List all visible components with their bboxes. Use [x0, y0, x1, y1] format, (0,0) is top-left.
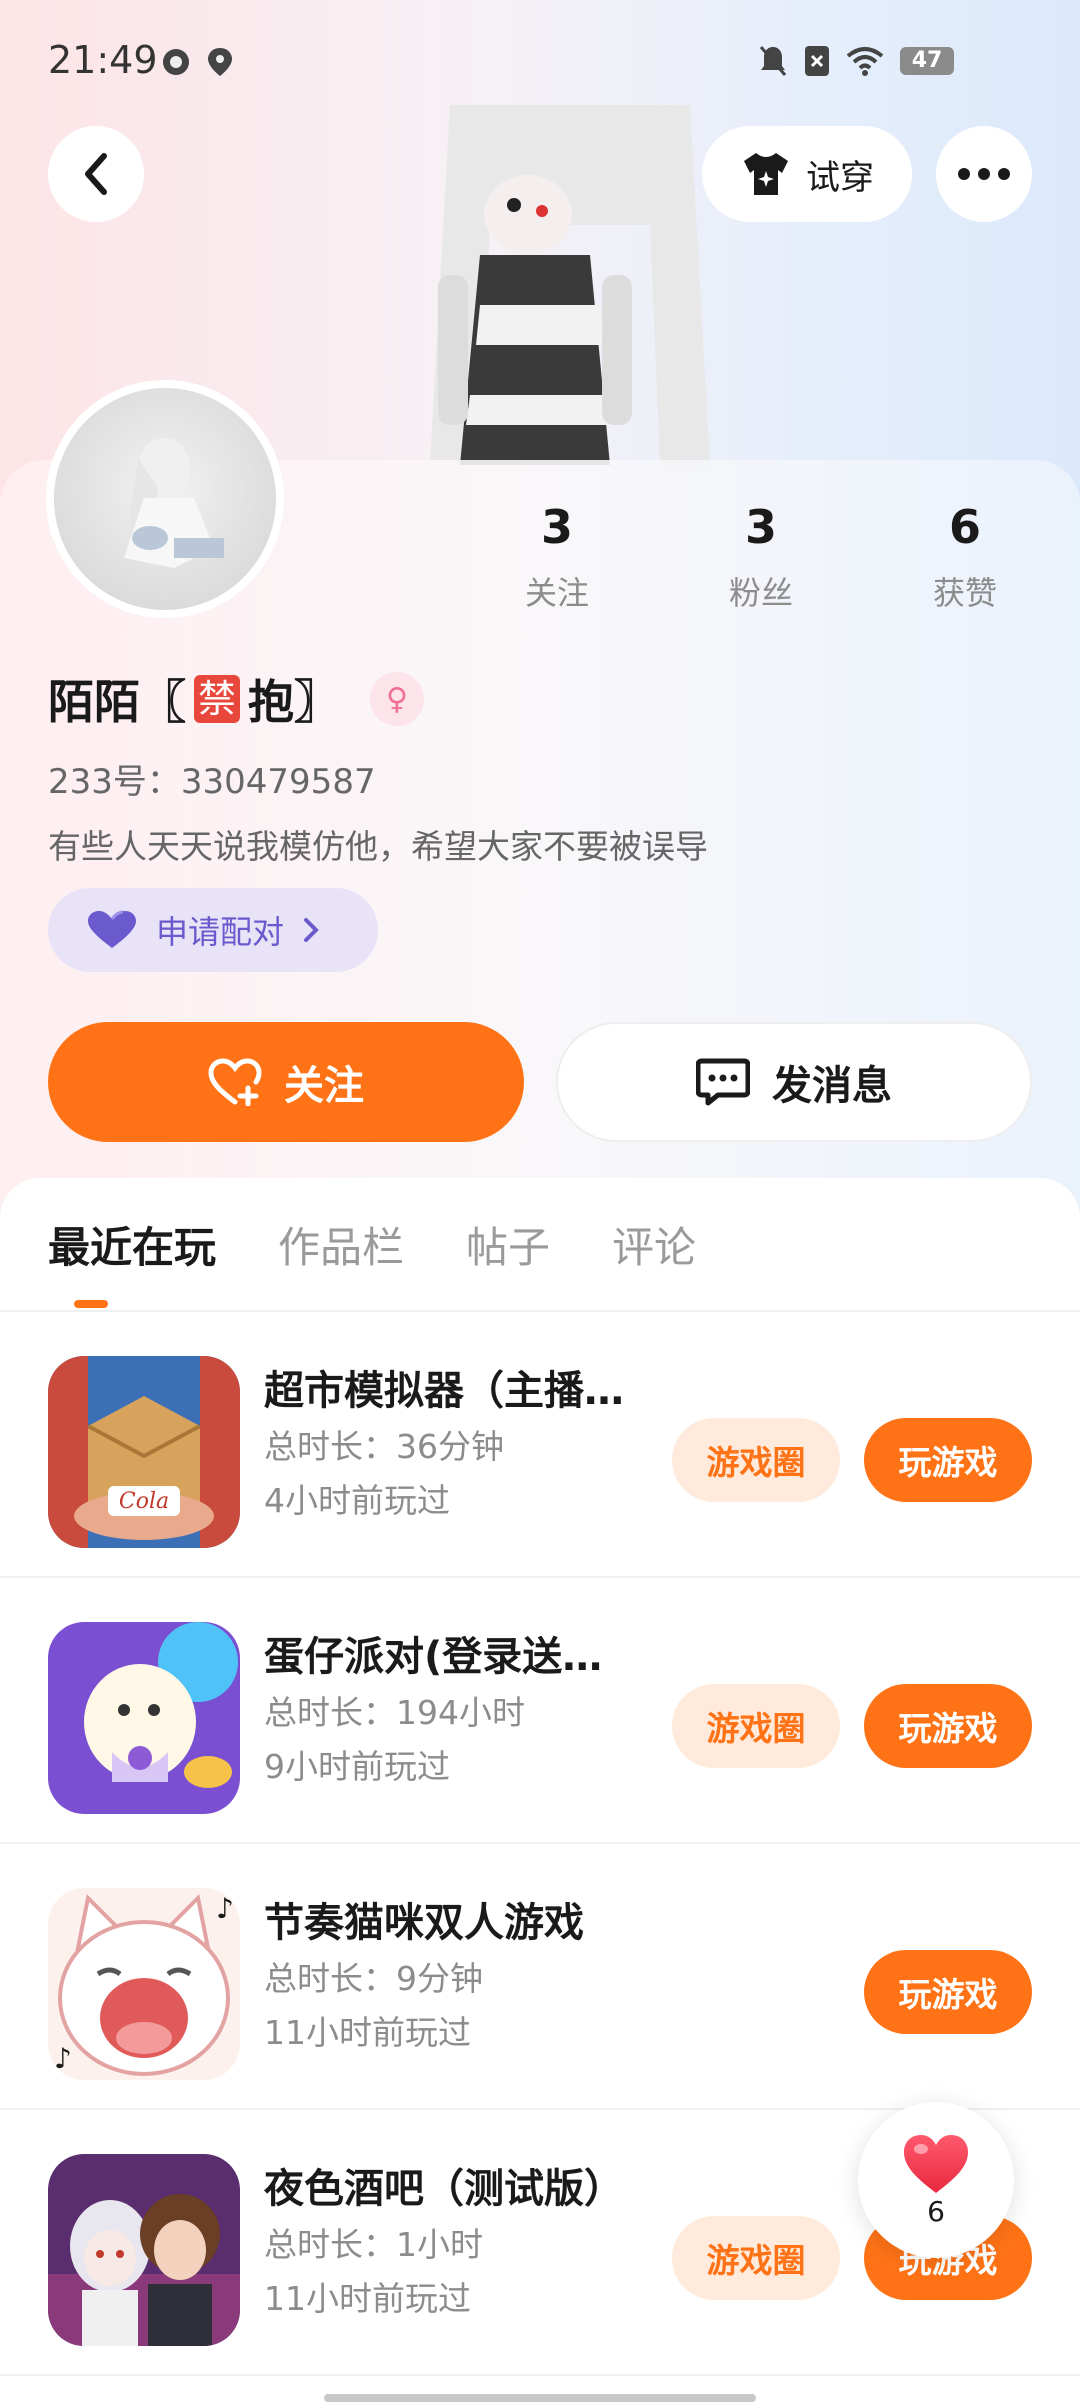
tab-posts[interactable]: 帖子	[466, 1214, 550, 1275]
tab-works[interactable]: 作品栏	[278, 1214, 404, 1275]
tshirt-icon	[744, 153, 788, 195]
game-title: 蛋仔派对(登录送…	[264, 1634, 603, 1680]
status-bar: 21:49 47	[0, 0, 1080, 120]
play-game-button[interactable]: 玩游戏	[864, 1684, 1032, 1768]
wifi-icon	[846, 47, 884, 76]
supermarket-game-icon: Cola	[48, 1356, 240, 1548]
stat-followers[interactable]: 3 粉丝	[681, 500, 841, 614]
try-on-button[interactable]: 试穿	[702, 126, 912, 222]
battery-indicator: 47	[900, 47, 954, 75]
request-pair-label: 申请配对	[156, 913, 285, 951]
sim-off-icon	[805, 46, 829, 76]
app-notification-icon	[163, 49, 189, 75]
follow-label: 关注	[284, 1063, 364, 1109]
stat-following-label: 关注	[524, 574, 589, 612]
game-title: 夜色酒吧（测试版）	[264, 2166, 624, 2212]
more-options-button[interactable]	[936, 126, 1032, 222]
game-duration: 总时长：194小时	[264, 1693, 525, 1732]
back-arrow-icon	[85, 153, 107, 195]
more-dot-icon	[958, 168, 970, 180]
svg-text:♪: ♪	[216, 1892, 234, 1925]
profile-name-suffix: 抱〗	[248, 675, 341, 729]
stat-likes[interactable]: 6 获赞	[885, 500, 1045, 614]
stat-likes-value: 6	[948, 500, 981, 554]
send-message-label: 发消息	[772, 1063, 892, 1109]
stat-likes-label: 获赞	[932, 574, 997, 612]
game-last-played: 9小时前玩过	[264, 1747, 450, 1786]
game-duration: 总时长：9分钟	[264, 1959, 483, 1998]
play-game-button[interactable]: 玩游戏	[864, 1418, 1032, 1502]
heart-filled-icon	[904, 2134, 968, 2193]
profile-name-badge: 禁	[194, 675, 241, 723]
send-message-button[interactable]: 发消息	[556, 1022, 1032, 1142]
stat-followers-label: 粉丝	[728, 574, 793, 612]
svg-text:Cola: Cola	[119, 1489, 169, 1514]
profile-name-row: 陌陌〖 禁 抱〗 ♀	[48, 666, 425, 732]
game-last-played: 4小时前玩过	[264, 1481, 450, 1520]
more-dot-icon	[998, 168, 1010, 180]
status-system-icons: 47	[758, 44, 954, 78]
game-duration: 总时长：1小时	[264, 2225, 483, 2264]
profile-name-prefix: 陌陌〖	[48, 675, 186, 729]
follow-button[interactable]: 关注	[48, 1022, 524, 1142]
home-indicator[interactable]	[324, 2394, 756, 2402]
game-row-supermarket[interactable]: Cola 超市模拟器（主播… 总时长：36分钟 4小时前玩过 游戏圈 玩游戏	[0, 1312, 1080, 1578]
profile-bio: 有些人天天说我模仿他，希望大家不要被误导	[48, 827, 708, 866]
try-on-label: 试穿	[806, 157, 874, 198]
like-count: 6	[927, 2194, 945, 2228]
character-figure-image	[430, 105, 710, 465]
game-title: 超市模拟器（主播…	[264, 1368, 624, 1414]
game-last-played: 11小时前玩过	[264, 2279, 471, 2318]
svg-text:♪: ♪	[54, 2042, 72, 2075]
game-title: 节奏猫咪双人游戏	[264, 1900, 584, 1946]
rhythm-cat-game-icon: ♪ ♪	[48, 1888, 240, 2080]
mute-bell-icon	[759, 46, 787, 76]
status-notification-icons	[160, 46, 234, 78]
game-circle-button[interactable]: 游戏圈	[672, 1418, 840, 1502]
request-pair-button[interactable]: 申请配对	[48, 888, 378, 972]
stat-followers-value: 3	[744, 500, 777, 554]
game-circle-button[interactable]: 游戏圈	[672, 2216, 840, 2300]
game-row-rhythm-cat[interactable]: ♪ ♪ 节奏猫咪双人游戏 总时长：9分钟 11小时前玩过 玩游戏	[0, 1844, 1080, 2110]
profile-stats: 3 关注 3 粉丝 6 获赞	[0, 500, 1080, 630]
heart-icon	[88, 910, 136, 948]
back-button[interactable]	[48, 126, 144, 222]
eggy-party-game-icon	[48, 1622, 240, 1814]
tab-comments[interactable]: 评论	[612, 1214, 696, 1275]
female-gender-icon: ♀	[370, 672, 425, 726]
stat-following[interactable]: 3 关注	[477, 500, 637, 614]
user-id: 233号：330479587	[48, 762, 376, 802]
location-icon	[208, 48, 232, 76]
status-time: 21:49	[48, 38, 158, 82]
chevron-right-icon	[304, 918, 319, 942]
night-bar-game-icon	[48, 2154, 240, 2346]
chat-bubble-icon	[696, 1058, 750, 1106]
heart-plus-icon	[208, 1058, 262, 1106]
like-floating-button[interactable]: 6	[858, 2102, 1014, 2258]
game-duration: 总时长：36分钟	[264, 1427, 504, 1466]
active-tab-indicator	[74, 1300, 108, 1308]
game-circle-button[interactable]: 游戏圈	[672, 1684, 840, 1768]
game-last-played: 11小时前玩过	[264, 2013, 471, 2052]
play-game-button[interactable]: 玩游戏	[864, 1950, 1032, 2034]
stat-following-value: 3	[540, 500, 573, 554]
profile-tabs: 最近在玩 作品栏 帖子 评论	[48, 1214, 696, 1275]
tab-recently-played[interactable]: 最近在玩	[48, 1214, 216, 1275]
more-dot-icon	[978, 168, 990, 180]
game-row-eggy-party[interactable]: 蛋仔派对(登录送… 总时长：194小时 9小时前玩过 游戏圈 玩游戏	[0, 1578, 1080, 1844]
